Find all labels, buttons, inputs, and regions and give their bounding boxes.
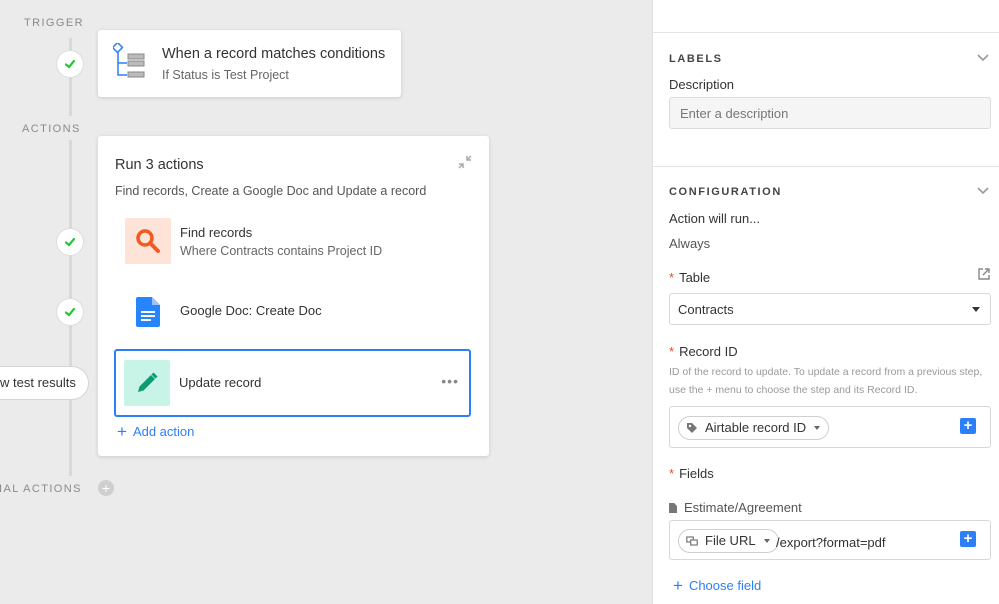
chevron-down-icon[interactable] <box>976 184 990 198</box>
divider <box>653 32 999 33</box>
field-value-input[interactable]: File URL /export?format=pdf + <box>669 520 991 560</box>
tag-icon <box>687 423 697 433</box>
trigger-conditions-icon <box>113 43 145 78</box>
trigger-subtitle: If Status is Test Project <box>162 68 289 82</box>
view-test-results-button[interactable]: w test results <box>0 367 88 399</box>
chevron-down-icon[interactable] <box>976 51 990 65</box>
group-title: Run 3 actions <box>115 157 204 173</box>
trigger-section-label: TRIGGER <box>24 17 84 29</box>
record-id-label: * Record ID <box>669 344 738 359</box>
more-options-icon[interactable]: ••• <box>441 373 459 389</box>
action-will-run-value: Always <box>669 236 711 251</box>
table-label: * Table <box>669 270 711 285</box>
trigger-title: When a record matches conditions <box>162 46 386 62</box>
search-icon <box>125 218 171 264</box>
description-input[interactable] <box>669 97 991 129</box>
record-id-input[interactable]: Airtable record ID + <box>669 406 991 448</box>
pencil-icon <box>124 360 170 406</box>
add-conditional-action-icon[interactable]: + <box>98 480 114 496</box>
table-select[interactable]: Contracts <box>669 293 991 325</box>
action-group-card: Run 3 actions Find records, Create a Goo… <box>98 136 489 456</box>
action-will-run-label: Action will run... <box>669 211 761 226</box>
actions-section-label: ACTIONS <box>22 123 81 135</box>
fields-label: * Fields <box>669 466 714 481</box>
step-title: Update record <box>179 375 262 390</box>
field-name-label: Estimate/Agreement <box>669 500 802 515</box>
add-action-button[interactable]: + Add action <box>117 422 194 442</box>
conditional-actions-section-label: IAL ACTIONS <box>0 483 82 495</box>
step-find-records[interactable]: Find records Where Contracts contains Pr… <box>115 209 472 271</box>
group-description: Find records, Create a Google Doc and Up… <box>115 184 427 198</box>
flow-connector <box>69 38 72 116</box>
collapse-icon[interactable] <box>457 154 473 170</box>
file-url-token[interactable]: File URL <box>678 529 779 553</box>
configuration-panel: LABELS Description CONFIGURATION Action … <box>652 0 999 604</box>
step-update-record[interactable]: Update record ••• <box>114 349 471 417</box>
file-icon <box>669 503 677 513</box>
choose-field-button[interactable]: + Choose field <box>673 576 761 596</box>
step-google-doc[interactable]: Google Doc: Create Doc <box>115 280 472 342</box>
caret-down-icon <box>972 307 980 312</box>
field-value-text: /export?format=pdf <box>776 535 886 550</box>
google-doc-icon <box>125 289 171 335</box>
plus-icon: + <box>673 576 683 595</box>
labels-section-title: LABELS <box>669 53 723 65</box>
automation-canvas: TRIGGER ACTIONS IAL ACTIONS When a recor… <box>0 0 652 604</box>
link-icon <box>686 536 698 546</box>
check-icon <box>57 51 83 77</box>
table-select-value: Contracts <box>678 302 734 317</box>
description-label: Description <box>669 77 735 92</box>
record-id-token[interactable]: Airtable record ID <box>678 416 830 440</box>
step-title: Google Doc: Create Doc <box>180 303 322 318</box>
trigger-card[interactable]: When a record matches conditions If Stat… <box>98 30 401 97</box>
configuration-section-title: CONFIGURATION <box>669 186 782 198</box>
insert-token-plus-icon[interactable]: + <box>960 418 976 434</box>
step-subtitle: Where Contracts contains Project ID <box>180 244 383 258</box>
check-icon <box>57 229 83 255</box>
insert-token-plus-icon[interactable]: + <box>960 531 976 547</box>
step-title: Find records <box>180 225 253 240</box>
plus-icon: + <box>117 422 127 441</box>
open-external-icon[interactable] <box>978 268 990 280</box>
divider <box>653 166 999 167</box>
check-icon <box>57 299 83 325</box>
record-id-help-text: ID of the record to update. To update a … <box>669 366 983 396</box>
